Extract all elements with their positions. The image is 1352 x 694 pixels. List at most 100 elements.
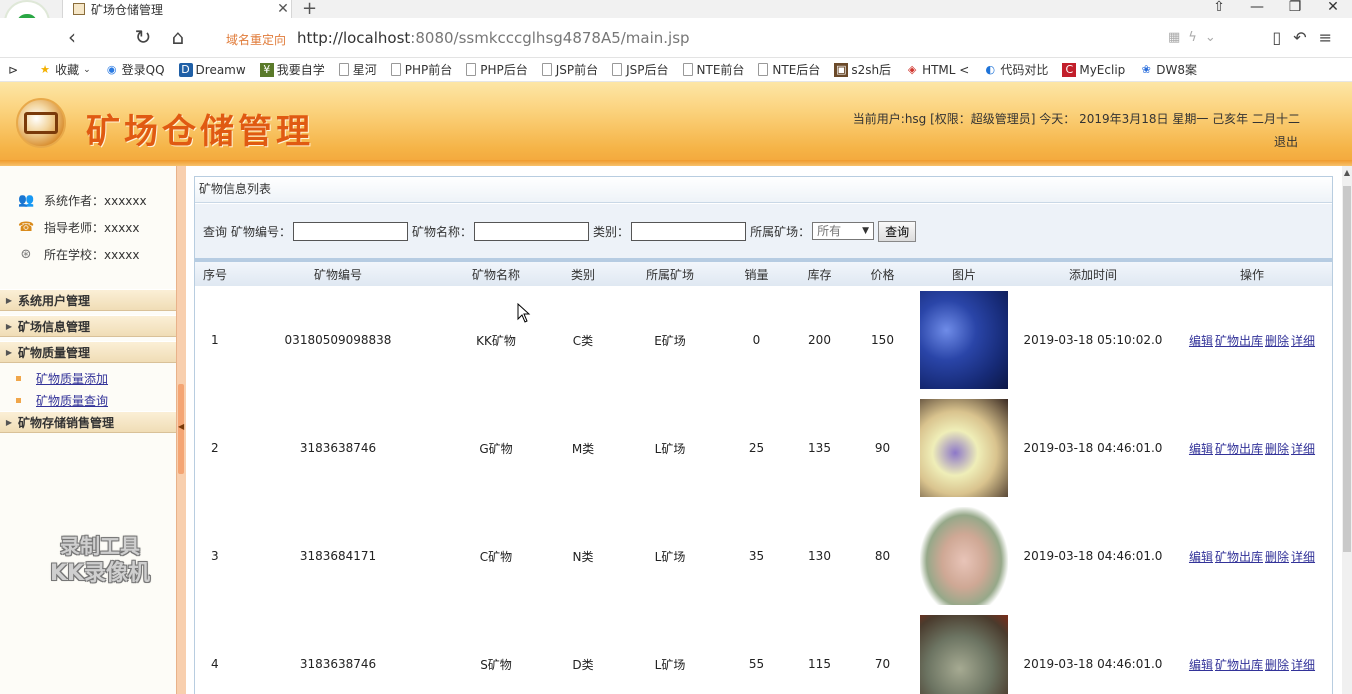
bookmark-item[interactable]: C MyEclip xyxy=(1062,62,1126,77)
qr-icon[interactable]: ▦ xyxy=(1168,30,1188,45)
cell-actions: 编辑 矿物出库 删除 详细 xyxy=(1172,394,1332,502)
panel-title: 矿物信息列表 xyxy=(195,177,1332,203)
detail-link[interactable]: 详细 xyxy=(1291,442,1315,456)
cell-type: N类 xyxy=(572,549,594,564)
sub-item-quality-add[interactable]: 矿物质量添加 xyxy=(16,370,108,387)
cell-image xyxy=(914,610,1014,694)
author-info: 👥 系统作者：xxxxxx xyxy=(18,192,147,209)
name-input[interactable] xyxy=(474,221,590,241)
cell-name: C矿物 xyxy=(479,549,513,564)
type-input[interactable] xyxy=(631,221,747,241)
back-icon[interactable]: ‹ xyxy=(60,26,84,50)
menu-mine-info[interactable]: ▶ 矿场信息管理 xyxy=(0,315,176,337)
edit-link[interactable]: 编辑 xyxy=(1189,442,1213,456)
user-info: 当前用户:hsg [权限：超级管理员] 今天： 2019年3月18日 星期一 己… xyxy=(852,112,1300,126)
bookmark-item[interactable]: ★ 收藏 ⌄ xyxy=(38,61,91,78)
cell-type: D类 xyxy=(572,657,594,672)
bookmark-item[interactable]: ▣ s2sh后 xyxy=(834,61,891,78)
mineral-photo xyxy=(920,291,1008,389)
bookmark-item[interactable]: PHP前台 xyxy=(390,61,452,78)
menu-group-label: 矿物质量管理 xyxy=(18,345,91,360)
cell-code: 03180509098838 xyxy=(284,333,392,347)
sidebar-toggle-icon[interactable]: ⊳ xyxy=(8,63,18,77)
address-bar[interactable]: http://localhost:8080/ssmkcccglhsg4878A5… xyxy=(297,29,690,47)
restore-icon[interactable]: ❐ xyxy=(1276,0,1314,18)
dropdown-arrow-icon: ▼ xyxy=(862,226,870,236)
sub-item-quality-query[interactable]: 矿物质量查询 xyxy=(16,392,108,409)
delete-link[interactable]: 删除 xyxy=(1265,658,1289,672)
bookmark-item[interactable]: NTE前台 xyxy=(682,61,744,78)
sub-item-link[interactable]: 矿物质量添加 xyxy=(36,370,108,387)
collapse-handle[interactable]: ◀ xyxy=(178,384,184,474)
detail-link[interactable]: 详细 xyxy=(1291,550,1315,564)
table-row: 3 3183684171 C矿物 N类 L矿场 35 130 80 2019-0… xyxy=(195,502,1332,610)
bookmark-item[interactable]: PHP后台 xyxy=(466,61,528,78)
sub-item-link[interactable]: 矿物质量查询 xyxy=(36,392,108,409)
close-tab-icon[interactable]: ✕ xyxy=(275,1,291,17)
detail-link[interactable]: 详细 xyxy=(1291,658,1315,672)
bookmark-item[interactable]: ◐ 代码对比 xyxy=(983,61,1049,78)
cell-mine: L矿场 xyxy=(654,441,686,456)
edit-link[interactable]: 编辑 xyxy=(1189,658,1213,672)
menu-storage-sales[interactable]: ▶ 矿物存储销售管理 xyxy=(0,411,176,433)
flash-icon[interactable]: ϟ xyxy=(1188,30,1205,45)
caret-right-icon: ▶ xyxy=(5,295,13,305)
menu-icon[interactable]: ≡ xyxy=(1319,28,1344,47)
cell-mine: E矿场 xyxy=(654,333,686,348)
menu-system-users[interactable]: ▶ 系统用户管理 xyxy=(0,289,176,311)
close-window-icon[interactable]: ✕ xyxy=(1314,0,1352,18)
mineral-photo xyxy=(920,399,1008,497)
browser-tab[interactable]: 矿场仓储管理 ✕ xyxy=(62,0,292,18)
edit-link[interactable]: 编辑 xyxy=(1189,550,1213,564)
dropdown-icon[interactable]: ⌄ xyxy=(1205,30,1224,45)
scrollbar-thumb[interactable] xyxy=(1343,186,1351,552)
search-button[interactable]: 查询 xyxy=(878,220,917,242)
sidebar-splitter[interactable]: ◀ xyxy=(176,166,186,694)
cell-code: 3183684171 xyxy=(299,549,377,563)
delete-link[interactable]: 删除 xyxy=(1265,550,1289,564)
bookmark-item[interactable]: ¥ 我要自学 xyxy=(259,61,325,78)
teacher-info: ☎ 指导老师：xxxxx xyxy=(18,219,140,236)
stock-out-link[interactable]: 矿物出库 xyxy=(1215,334,1263,348)
stock-out-link[interactable]: 矿物出库 xyxy=(1215,658,1263,672)
bookmark-item[interactable]: ❀ DW8案 xyxy=(1139,61,1197,78)
bookmark-item[interactable]: D Dreamw xyxy=(178,62,246,77)
cell-image xyxy=(914,502,1014,610)
edit-link[interactable]: 编辑 xyxy=(1189,334,1213,348)
app-header: 矿场仓储管理 当前用户:hsg [权限：超级管理员] 今天： 2019年3月18… xyxy=(0,82,1352,166)
scroll-up-icon[interactable]: ▲ xyxy=(1342,168,1352,177)
bookmark-item[interactable]: JSP前台 xyxy=(541,61,598,78)
bookmark-item[interactable]: JSP后台 xyxy=(612,61,669,78)
bookmark-item[interactable]: ◉ 登录QQ xyxy=(105,61,165,78)
skin-icon[interactable]: ⇧ xyxy=(1200,0,1238,18)
bookmark-label: 代码对比 xyxy=(1000,63,1049,77)
bookmark-label: MyEclip xyxy=(1079,62,1126,77)
detail-link[interactable]: 详细 xyxy=(1291,334,1315,348)
bookmark-item[interactable]: 星河 xyxy=(338,61,377,78)
logout-link[interactable]: 退出 xyxy=(1274,133,1298,150)
recorder-watermark: 录制工具 KK录像机 xyxy=(30,532,170,588)
col-header: 矿物名称 xyxy=(441,262,551,286)
bookmark-item[interactable]: ◈ HTML < xyxy=(905,63,970,77)
home-icon[interactable]: ⌂ xyxy=(166,26,190,50)
bookmark-icon[interactable]: ▯ xyxy=(1272,28,1293,47)
stock-out-link[interactable]: 矿物出库 xyxy=(1215,442,1263,456)
author-label: 系统作者：xxxxxx xyxy=(44,194,147,208)
code-input[interactable] xyxy=(293,221,409,241)
stock-out-link[interactable]: 矿物出库 xyxy=(1215,550,1263,564)
page-icon xyxy=(466,63,477,76)
minimize-icon[interactable]: — xyxy=(1238,0,1276,18)
cell-code: 3183638746 xyxy=(299,441,377,455)
reload-icon[interactable]: ↻ xyxy=(131,26,155,50)
new-tab-icon[interactable]: + xyxy=(302,0,317,19)
col-header: 图片 xyxy=(914,262,1014,286)
page-scrollbar[interactable]: ▲ xyxy=(1342,166,1352,694)
bookmark-item[interactable]: NTE后台 xyxy=(758,61,820,78)
bookmark-label: PHP后台 xyxy=(480,63,528,77)
page-icon xyxy=(758,63,769,76)
mine-select[interactable]: 所有 ▼ xyxy=(812,222,875,240)
delete-link[interactable]: 删除 xyxy=(1265,334,1289,348)
menu-mineral-quality[interactable]: ▶ 矿物质量管理 xyxy=(0,341,176,363)
delete-link[interactable]: 删除 xyxy=(1265,442,1289,456)
undo-icon[interactable]: ↶ xyxy=(1293,28,1318,47)
